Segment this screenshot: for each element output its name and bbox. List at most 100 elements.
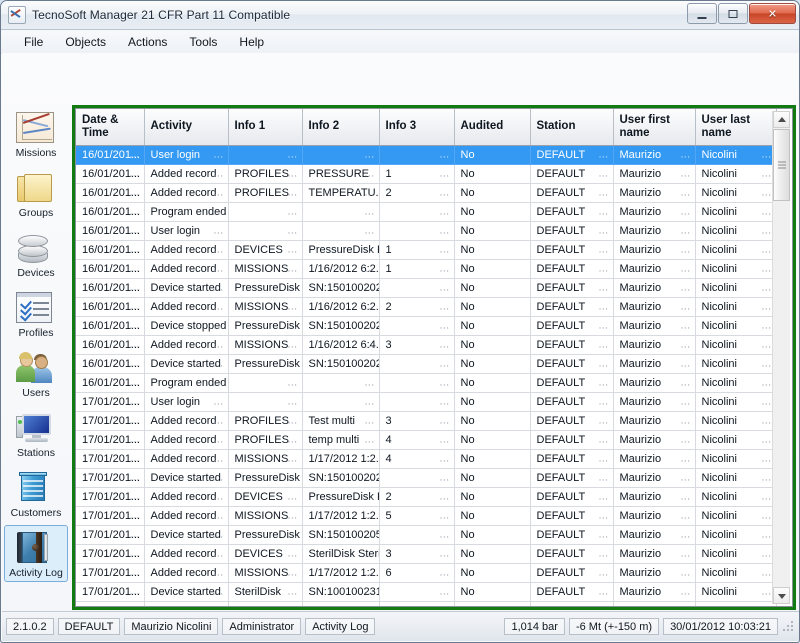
vertical-scrollbar[interactable] [772, 111, 790, 604]
cell-ellipsis: ... [365, 282, 375, 293]
minimize-button[interactable] [687, 3, 717, 24]
table-cell: 17/01/201...... [76, 468, 144, 487]
resize-grip-icon[interactable] [782, 620, 796, 634]
table-cell: Program ended... [144, 202, 228, 221]
table-cell: ... [379, 316, 454, 335]
sidebar-item-missions[interactable]: Missions [4, 105, 68, 162]
table-row[interactable]: 16/01/201......Device started...Pressure… [76, 354, 776, 373]
table-row[interactable]: 17/01/201......Added record...MISSIONS..… [76, 449, 776, 468]
cell-ellipsis: ... [599, 149, 609, 160]
sidebar-item-devices[interactable]: Devices [4, 225, 68, 282]
sidebar-item-customers[interactable]: Customers [4, 465, 68, 522]
cell-ellipsis: ... [130, 472, 140, 483]
close-button[interactable]: ✕ [749, 3, 796, 24]
cell-ellipsis: ... [762, 510, 772, 521]
scroll-up-button[interactable] [773, 111, 790, 128]
table-cell: SN:150100202...... [302, 278, 379, 297]
table-cell: ... [302, 202, 379, 221]
column-header-info-3[interactable]: Info 3 [379, 109, 454, 145]
table-cell: DEFAULT... [530, 392, 613, 411]
table-row[interactable]: 17/01/201......User login............NoD… [76, 392, 776, 411]
sidebar-item-stations[interactable]: Stations [4, 405, 68, 462]
table-cell: 16/01/201...... [76, 278, 144, 297]
sidebar-item-profiles[interactable]: Profiles [4, 285, 68, 342]
cell-ellipsis: ... [440, 434, 450, 445]
table-cell: No [454, 373, 530, 392]
column-header-info-1[interactable]: Info 1 [228, 109, 302, 145]
table-cell: Nicolini... [695, 449, 776, 468]
table-row[interactable]: 16/01/201......User login............NoD… [76, 221, 776, 240]
scrollbar-thumb[interactable] [773, 129, 790, 201]
cell-ellipsis: ... [762, 586, 772, 597]
table-row[interactable]: 17/01/201......Device started...SterilDi… [76, 582, 776, 601]
table-row[interactable]: 16/01/201......User login............NoD… [76, 145, 776, 164]
title-bar[interactable]: TecnoSoft Manager 21 CFR Part 11 Compati… [1, 1, 799, 30]
menu-item-actions[interactable]: Actions [117, 32, 178, 52]
table-row[interactable]: 16/01/201......Added record...MISSIONS..… [76, 259, 776, 278]
table-cell: Added record... [144, 164, 228, 183]
column-header-audited[interactable]: Audited [454, 109, 530, 145]
table-cell: ... [302, 392, 379, 411]
table-cell: Maurizio... [613, 373, 695, 392]
table-row[interactable]: 16/01/201......Added record...PROFILES..… [76, 164, 776, 183]
column-header-date-time[interactable]: Date & Time [76, 109, 144, 145]
table-row[interactable]: 16/01/201......Added record...MISSIONS..… [76, 297, 776, 316]
table-row[interactable]: 16/01/201......Device stopped...Pressure… [76, 316, 776, 335]
table-row[interactable]: 16/01/201......Device started...Pressure… [76, 278, 776, 297]
cell-ellipsis: ... [762, 567, 772, 578]
table-cell: PressureDisk... [228, 354, 302, 373]
cell-ellipsis: ... [288, 453, 298, 464]
cell-ellipsis: ... [681, 225, 691, 236]
column-header-station[interactable]: Station [530, 109, 613, 145]
maximize-button[interactable] [718, 3, 748, 24]
cell-ellipsis: ... [440, 301, 450, 312]
table-row[interactable]: 17/01/201......Added record...PROFILES..… [76, 411, 776, 430]
table-row[interactable]: 17/01/201......Device started...Pressure… [76, 468, 776, 487]
column-header-user-first-name[interactable]: User first name [613, 109, 695, 145]
column-header-info-2[interactable]: Info 2 [302, 109, 379, 145]
menu-item-tools[interactable]: Tools [178, 32, 228, 52]
column-header-user-last-name[interactable]: User last name [695, 109, 776, 145]
table-row[interactable]: 16/01/201......Added record...MISSIONS..… [76, 335, 776, 354]
menu-item-file[interactable]: File [13, 32, 54, 52]
cell-ellipsis: ... [214, 491, 224, 502]
table-row[interactable]: 16/01/201......Added record...DEVICES...… [76, 240, 776, 259]
sidebar-item-activity-log[interactable]: Activity Log [4, 525, 68, 582]
menu-item-objects[interactable]: Objects [54, 32, 117, 52]
table-row[interactable]: 17/01/201......Added record...MISSIONS..… [76, 506, 776, 525]
table-cell: Maurizio... [613, 563, 695, 582]
table-cell: ... [379, 582, 454, 601]
table-row[interactable]: 17/01/201......Added record...DEVICES...… [76, 487, 776, 506]
table-cell: DEFAULT... [530, 430, 613, 449]
table-row[interactable]: 16/01/201......Program ended............… [76, 202, 776, 221]
cell-ellipsis: ... [599, 225, 609, 236]
menu-item-help[interactable]: Help [228, 32, 275, 52]
scroll-down-button[interactable] [773, 587, 790, 604]
table-cell: Nicolini... [695, 487, 776, 506]
column-header-activity[interactable]: Activity [144, 109, 228, 145]
cell-ellipsis: ... [599, 529, 609, 540]
table-row[interactable]: 16/01/201......Added record...PROFILES..… [76, 183, 776, 202]
table-cell: 17/01/201...... [76, 544, 144, 563]
table-cell: Maurizio... [613, 468, 695, 487]
table-row[interactable]: 17/01/201......Added record...DEVICES...… [76, 601, 776, 607]
table-cell: ... [228, 202, 302, 221]
table-row[interactable]: 17/01/201......Added record...MISSIONS..… [76, 563, 776, 582]
table-cell: 3... [379, 544, 454, 563]
cell-ellipsis: ... [762, 301, 772, 312]
sidebar-item-groups[interactable]: Groups [4, 165, 68, 222]
cell-ellipsis: ... [681, 244, 691, 255]
cell-ellipsis: ... [214, 434, 224, 445]
table-row[interactable]: 16/01/201......Program ended............… [76, 373, 776, 392]
sidebar-item-users[interactable]: Users [4, 345, 68, 402]
table-cell: 17/01/201...... [76, 525, 144, 544]
table-cell: No [454, 145, 530, 164]
table-cell: PressureDisk... [228, 278, 302, 297]
table-cell: ... [379, 145, 454, 164]
table-cell: No [454, 430, 530, 449]
table-cell: 1/17/2012 1:2...... [302, 506, 379, 525]
table-row[interactable]: 17/01/201......Added record...DEVICES...… [76, 544, 776, 563]
table-row[interactable]: 17/01/201......Added record...PROFILES..… [76, 430, 776, 449]
table-cell: DEFAULT... [530, 563, 613, 582]
table-row[interactable]: 17/01/201......Device started...Pressure… [76, 525, 776, 544]
